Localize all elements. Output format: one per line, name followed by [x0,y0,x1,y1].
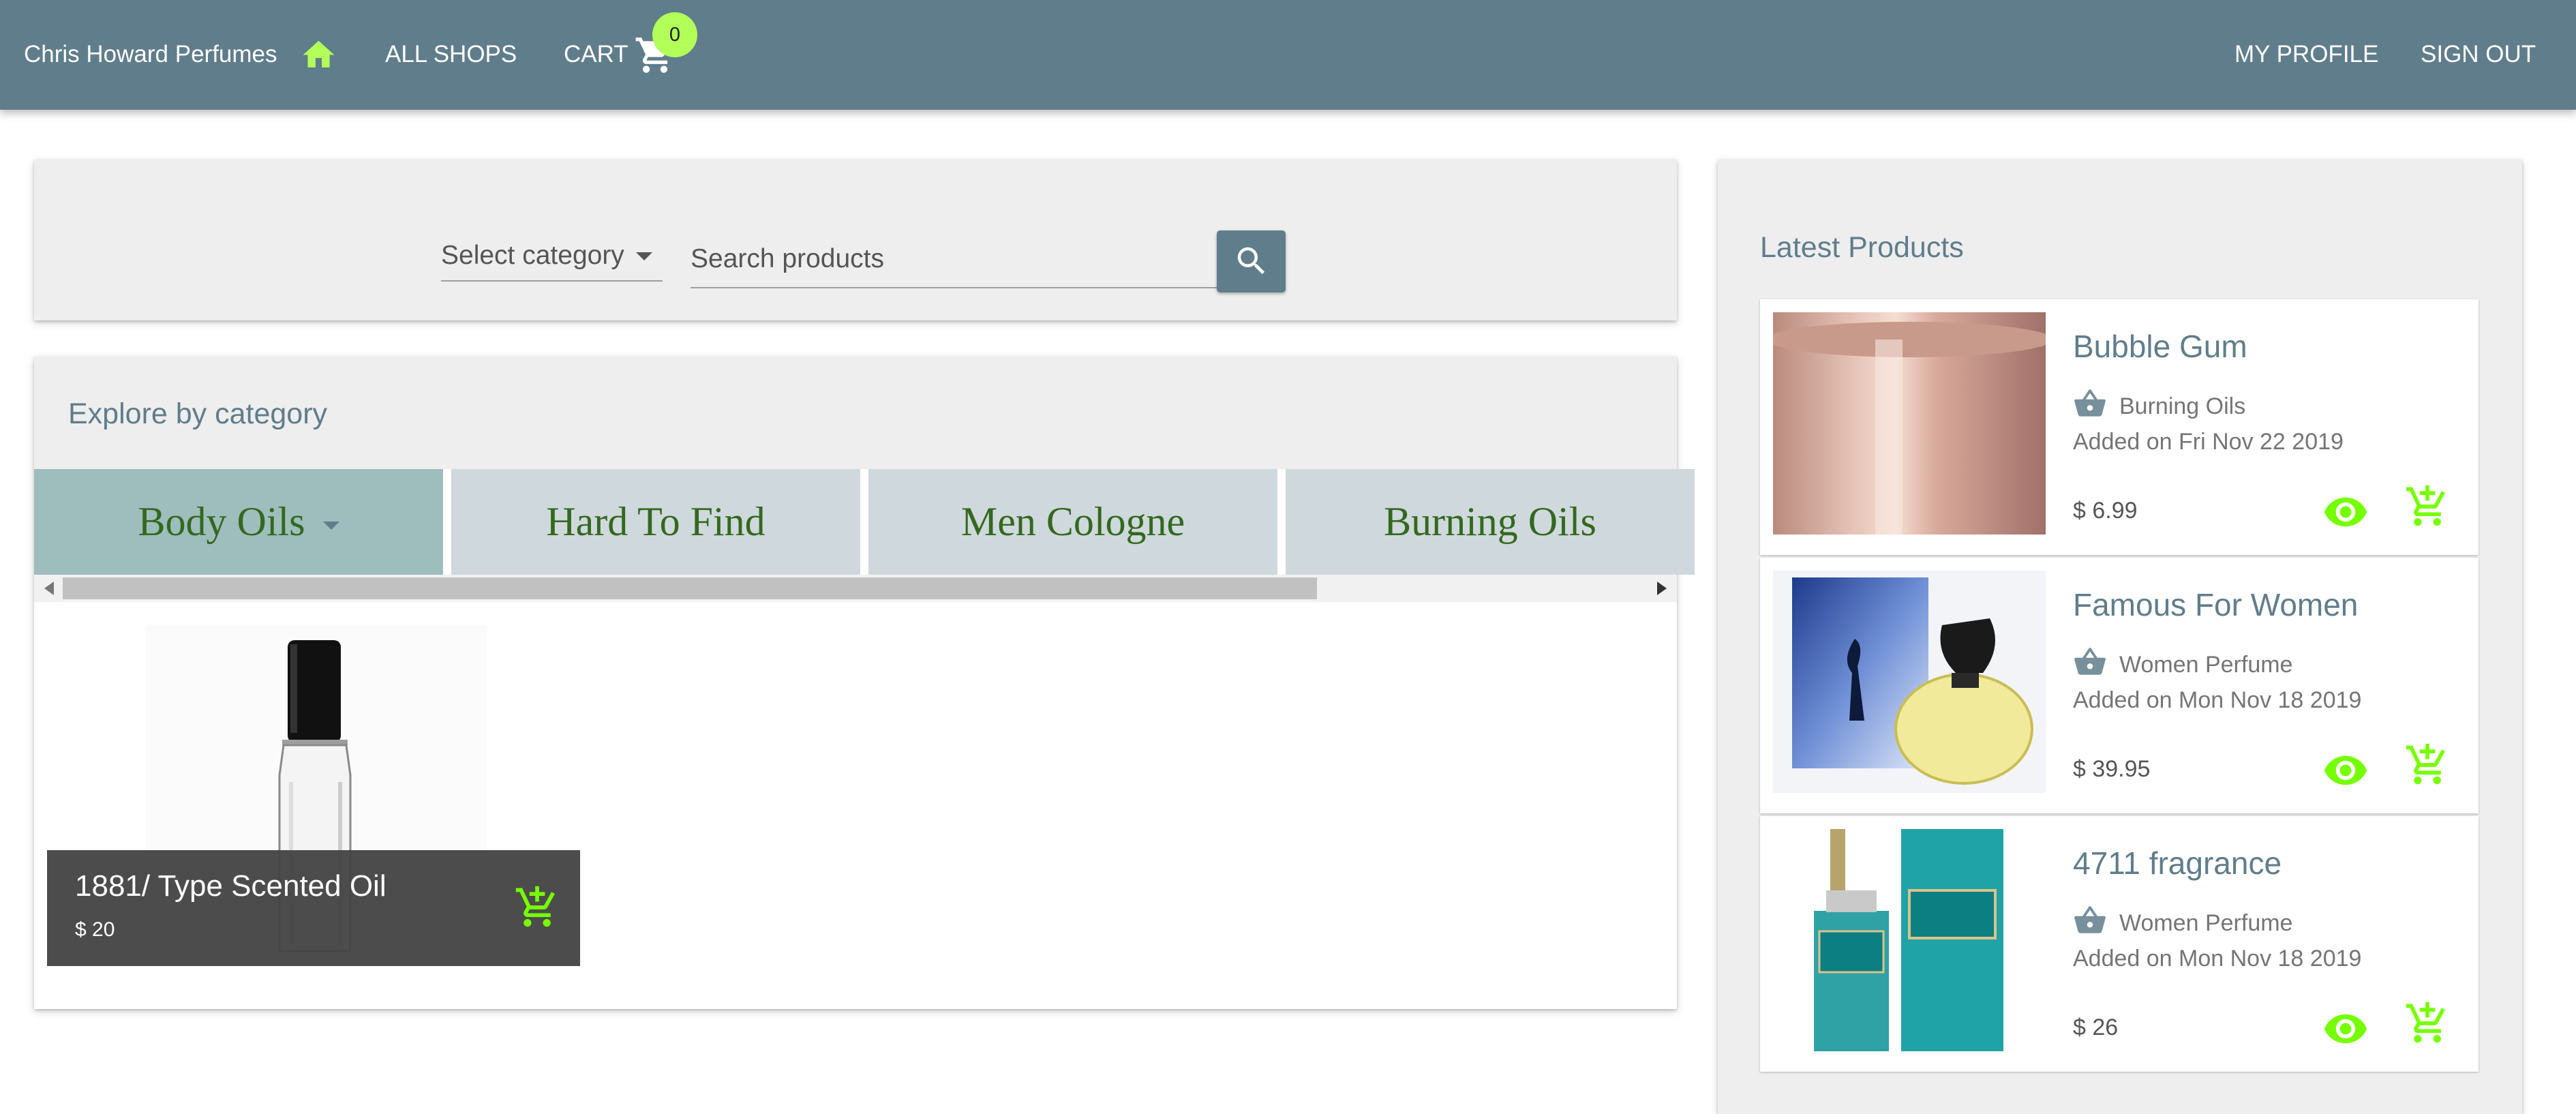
product-image [1773,829,2046,1051]
category-tab-label: Burning Oils [1384,499,1596,544]
product-name[interactable]: Famous For Women [2073,586,2358,623]
product-image [1773,571,2046,793]
basket-icon [2074,389,2106,417]
product-name: 1881/ Type Scented Oil [75,869,387,903]
dropdown-caret-icon [636,252,652,260]
product-tile-caption: 1881/ Type Scented Oil $ 20 [47,850,580,966]
nav-my-profile[interactable]: MY PROFILE [2234,35,2378,73]
latest-product-item[interactable]: Famous For Women Women Perfume Added on … [1760,558,2479,813]
category-tab-men-cologne[interactable]: Men Cologne [868,469,1277,575]
nav-cart[interactable]: CART [564,35,628,73]
scroll-left-icon[interactable] [44,582,54,595]
explore-card: Explore by category Body Oils Hard To Fi… [34,357,1695,1009]
category-tab-label: Men Cologne [960,499,1185,544]
product-added-date: Added on Fri Nov 22 2019 [2073,429,2344,455]
category-tab-hard-to-find[interactable]: Hard To Find [451,469,860,575]
nav-sign-out[interactable]: SIGN OUT [2421,35,2536,73]
product-name[interactable]: Bubble Gum [2073,328,2247,365]
basket-icon [2074,648,2106,675]
latest-products-card: Latest Products Bubble Gum Burning Oils … [1718,160,2522,1114]
view-product-icon[interactable] [2322,747,2369,794]
category-tab-label: Body Oils [138,499,305,544]
category-select[interactable]: Select category [441,238,663,282]
chevron-down-icon [322,522,339,530]
basket-icon [2074,906,2106,933]
category-select-label: Select category [441,241,624,270]
add-to-cart-icon[interactable] [514,884,560,931]
product-added-date: Added on Mon Nov 18 2019 [2073,946,2362,972]
product-name[interactable]: 4711 fragrance [2073,845,2282,882]
scrollbar-thumb[interactable] [63,577,1317,599]
product-added-date: Added on Mon Nov 18 2019 [2073,687,2362,713]
latest-products-title: Latest Products [1760,231,1964,264]
search-icon [1237,247,1265,275]
explore-title: Explore by category [68,397,328,430]
category-tab-burning-oils[interactable]: Burning Oils [1286,469,1695,575]
view-product-icon[interactable] [2322,489,2369,535]
app-bar: Chris Howard Perfumes ALL SHOPS CART 0 M… [0,0,2576,110]
brand-title[interactable]: Chris Howard Perfumes [24,35,277,73]
product-price: $ 6.99 [2073,498,2138,524]
add-to-cart-icon[interactable] [2404,742,2451,788]
search-button[interactable] [1217,230,1286,292]
add-to-cart-icon[interactable] [2404,483,2451,530]
cart-count-badge: 0 [652,12,697,57]
product-tile[interactable]: 1881/ Type Scented Oil $ 20 [47,625,580,966]
explore-header: Explore by category [34,357,1677,469]
product-price: $ 20 [75,918,115,941]
add-to-cart-icon[interactable] [2404,1000,2451,1047]
horizontal-scrollbar[interactable] [34,575,1677,602]
category-tabs: Body Oils Hard To Find Men Cologne Burni… [34,469,1695,575]
search-input[interactable] [691,238,1236,288]
category-tab-label: Hard To Find [546,499,766,544]
view-product-icon[interactable] [2322,1006,2369,1052]
latest-product-item[interactable]: Bubble Gum Burning Oils Added on Fri Nov… [1760,299,2479,555]
product-image [1773,312,2046,535]
product-category: Women Perfume [2119,910,2293,936]
search-card: Select category [34,160,1677,320]
scroll-right-icon[interactable] [1657,582,1667,595]
product-category: Burning Oils [2119,393,2246,419]
home-icon[interactable] [300,36,337,74]
product-category: Women Perfume [2119,652,2293,678]
category-tab-body-oils[interactable]: Body Oils [34,469,443,575]
nav-all-shops[interactable]: ALL SHOPS [385,35,517,73]
latest-product-item[interactable]: 4711 fragrance Women Perfume Added on Mo… [1760,816,2479,1072]
product-price: $ 39.95 [2073,756,2151,782]
product-price: $ 26 [2073,1014,2119,1040]
